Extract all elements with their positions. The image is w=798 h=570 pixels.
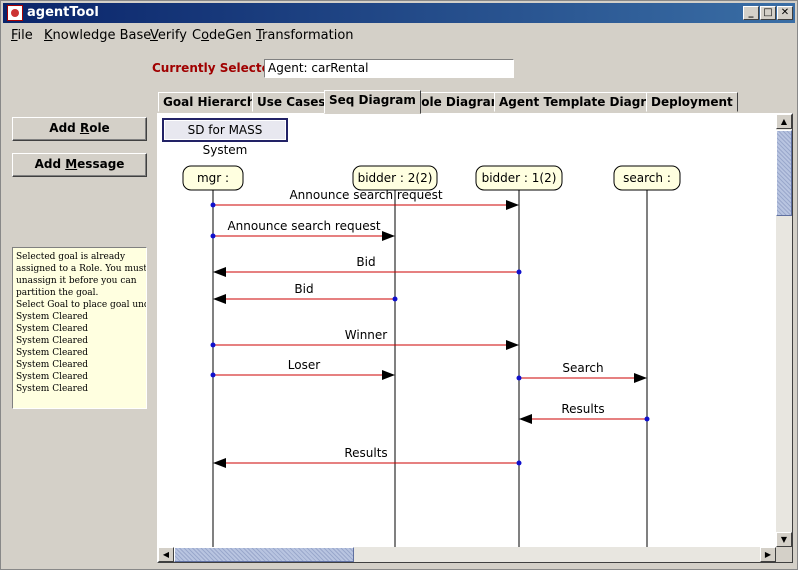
message-anchor — [210, 233, 216, 239]
message-label: Announce search request — [227, 219, 380, 233]
scroll-right-button[interactable]: ▶ — [760, 547, 776, 562]
scroll-up-button[interactable]: ▲ — [776, 114, 792, 129]
arrowhead-icon — [382, 231, 395, 241]
lifeline-label: search : — [623, 171, 671, 185]
message-label: Search — [562, 361, 603, 375]
message-anchor — [516, 269, 522, 275]
title-bar[interactable]: agentTool _ □ ✕ — [3, 3, 795, 23]
minimize-button[interactable]: _ — [743, 6, 759, 20]
currently-selected-field[interactable]: Agent: carRental — [264, 59, 514, 78]
message-label: Bid — [356, 255, 375, 269]
app-icon — [7, 5, 23, 21]
log-line: partition the goal. — [16, 288, 99, 298]
scroll-corner — [776, 547, 792, 562]
message-anchor — [210, 342, 216, 348]
message-arrow[interactable]: Announce search request — [210, 188, 520, 210]
message-label: Winner — [345, 328, 388, 342]
horizontal-scroll-thumb[interactable] — [174, 547, 354, 562]
log-line: System Cleared — [16, 372, 89, 382]
close-button[interactable]: ✕ — [777, 6, 793, 20]
message-arrow[interactable]: Results — [519, 402, 650, 424]
vertical-scrollbar[interactable]: ▲ ▼ — [776, 114, 792, 547]
message-arrow[interactable]: Results — [213, 446, 522, 468]
window-title: agentTool — [27, 5, 99, 20]
menu-knowledge-base[interactable]: Knowledge Base — [44, 28, 151, 43]
log-line: assigned to a Role. You must — [16, 264, 147, 274]
tab-seq-diagram[interactable]: Seq Diagram — [324, 90, 421, 114]
scroll-left-button[interactable]: ◀ — [158, 547, 174, 562]
add-role-button[interactable]: Add Role — [12, 117, 147, 141]
arrowhead-icon — [519, 414, 532, 424]
message-arrow[interactable]: Announce search request — [210, 219, 396, 241]
diagram-title[interactable]: SD for MASS System — [162, 118, 288, 157]
log-line: System Cleared — [16, 348, 89, 358]
arrowhead-icon — [634, 373, 647, 383]
arrowhead-icon — [213, 267, 226, 277]
sequence-diagram-canvas[interactable]: mgr : bidder : 2(2) bidder : 1(2) search : A… — [158, 114, 776, 547]
log-line: System Cleared — [16, 324, 89, 334]
lifeline-label: bidder : 2(2) — [358, 171, 433, 185]
message-anchor — [516, 375, 522, 381]
log-line: Select Goal to place goal under — [16, 300, 147, 310]
message-arrow[interactable]: Bid — [213, 255, 522, 277]
message-label: Results — [561, 402, 604, 416]
vertical-scroll-thumb[interactable] — [776, 130, 792, 216]
arrowhead-icon — [382, 370, 395, 380]
lifeline-bidder1[interactable]: bidder : 1(2) — [475, 165, 563, 547]
log-line: System Cleared — [16, 360, 89, 370]
message-arrow[interactable]: Search — [516, 361, 648, 383]
arrowhead-icon — [506, 340, 519, 350]
log-line: System Cleared — [16, 384, 89, 394]
log-line: unassign it before you can — [16, 276, 137, 286]
message-label: Bid — [294, 282, 313, 296]
tab-use-cases[interactable]: Use Cases — [252, 92, 331, 112]
log-line: System Cleared — [16, 336, 89, 346]
arrowhead-icon — [506, 200, 519, 210]
app-window: agentTool _ □ ✕ File Knowledge Base Veri… — [0, 0, 798, 570]
currently-selected-label: Currently Selected — [152, 61, 279, 75]
menu-bar: File Knowledge Base Verify CodeGen Trans… — [3, 25, 795, 47]
message-arrow[interactable]: Winner — [210, 328, 520, 350]
menu-file[interactable]: File — [11, 28, 33, 43]
log-line: System Cleared — [16, 312, 89, 322]
arrowhead-icon — [213, 458, 226, 468]
message-label: Loser — [288, 358, 320, 372]
message-anchor — [392, 296, 398, 302]
message-anchor — [210, 372, 216, 378]
tab-deployment[interactable]: Deployment — [646, 92, 738, 112]
lifeline-label: mgr : — [197, 171, 229, 185]
message-anchor — [644, 416, 650, 422]
menu-verify[interactable]: Verify — [150, 28, 187, 43]
message-label: Announce search request — [289, 188, 442, 202]
menu-codegen[interactable]: CodeGen — [192, 28, 252, 43]
horizontal-scrollbar[interactable]: ◀ ▶ — [158, 547, 776, 562]
lifeline-label: bidder : 1(2) — [482, 171, 557, 185]
maximize-button[interactable]: □ — [760, 6, 776, 20]
log-line: Selected goal is already — [16, 252, 126, 262]
message-log[interactable]: Selected goal is already assigned to a R… — [12, 247, 147, 409]
message-label: Results — [344, 446, 387, 460]
message-anchor — [516, 460, 522, 466]
message-arrow[interactable]: Bid — [213, 282, 398, 304]
message-anchor — [210, 202, 216, 208]
lifeline-search[interactable]: search : — [613, 165, 681, 547]
sequence-diagram[interactable]: mgr : bidder : 2(2) bidder : 1(2) search : A… — [158, 114, 776, 547]
message-arrow[interactable]: Loser — [210, 358, 396, 380]
add-message-button[interactable]: Add Message — [12, 153, 147, 177]
menu-transformation[interactable]: Transformation — [256, 28, 354, 43]
scroll-down-button[interactable]: ▼ — [776, 532, 792, 547]
arrowhead-icon — [213, 294, 226, 304]
